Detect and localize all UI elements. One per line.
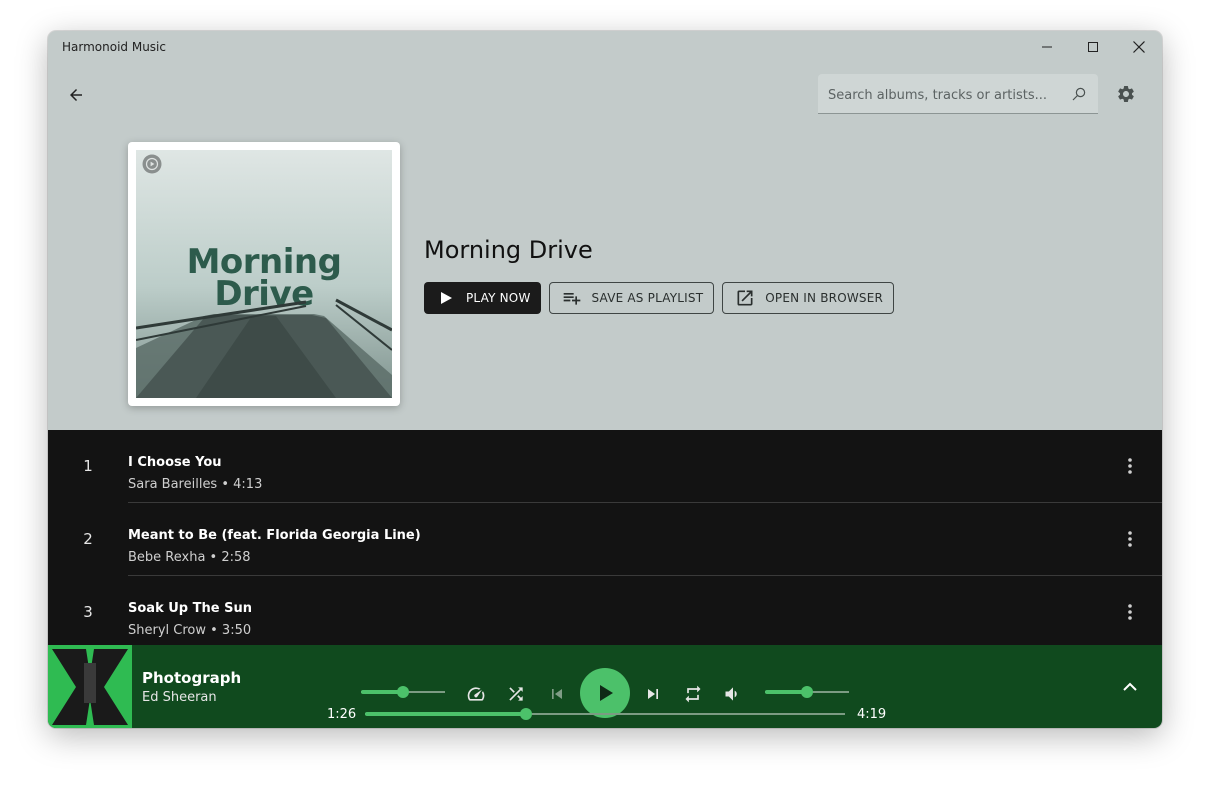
skip-next-icon <box>648 689 658 699</box>
speed-icon <box>467 687 485 701</box>
track-number: 3 <box>83 603 93 621</box>
seek-bar[interactable] <box>365 708 845 720</box>
now-playing-artist: Ed Sheeran <box>142 690 217 705</box>
back-button[interactable] <box>62 81 90 109</box>
track-title: Soak Up The Sun <box>128 601 252 616</box>
repeat-icon <box>685 685 701 703</box>
settings-button[interactable] <box>1114 82 1138 106</box>
playback-speed-slider[interactable] <box>361 686 445 698</box>
open-in-new-icon <box>735 288 755 308</box>
track-title: I Choose You <box>128 455 222 470</box>
track-number: 2 <box>83 530 93 548</box>
duration-time: 4:19 <box>857 707 887 722</box>
track-row[interactable]: 3 Soak Up The Sun Sheryl Crow • 3:50 <box>48 576 1162 645</box>
play-now-label: PLAY NOW <box>466 291 531 305</box>
skip-previous-icon <box>552 689 562 699</box>
album-cover-image <box>48 645 132 728</box>
playlist-add-icon <box>562 288 582 308</box>
expand-player-button[interactable] <box>1118 675 1142 699</box>
volume-slider[interactable] <box>765 686 849 698</box>
search-icon[interactable] <box>1070 85 1088 103</box>
maximize-button[interactable] <box>1070 31 1116 63</box>
search-input[interactable] <box>828 85 1056 105</box>
track-number: 1 <box>83 457 93 475</box>
volume-button[interactable] <box>721 682 745 706</box>
minimize-icon <box>1042 46 1052 48</box>
repeat-button[interactable] <box>681 682 705 706</box>
elapsed-time: 1:26 <box>327 707 357 722</box>
shuffle-button[interactable] <box>504 682 528 706</box>
arrow-back-icon <box>70 89 82 101</box>
speed-slider-thumb[interactable] <box>397 686 409 698</box>
window-title: Harmonoid Music <box>62 40 166 54</box>
seek-bar-thumb[interactable] <box>519 708 532 720</box>
artwork-road-scene <box>136 298 392 398</box>
more-vert-icon <box>1128 531 1132 547</box>
track-subtitle: Sara Bareilles • 4:13 <box>128 477 263 492</box>
track-subtitle: Bebe Rexha • 2:58 <box>128 550 251 565</box>
volume-slider-thumb[interactable] <box>801 686 813 698</box>
now-playing-title: Photograph <box>142 669 242 687</box>
gear-icon <box>1118 86 1134 102</box>
title-bar: Harmonoid Music <box>48 31 1162 63</box>
track-title: Meant to Be (feat. Florida Georgia Line) <box>128 528 421 543</box>
maximize-icon <box>1088 42 1098 52</box>
track-subtitle: Sheryl Crow • 3:50 <box>128 623 252 638</box>
open-in-browser-button[interactable]: OPEN IN BROWSER <box>722 282 895 314</box>
play-now-button[interactable]: PLAY NOW <box>424 282 541 314</box>
close-icon <box>1133 41 1145 53</box>
playlist-title: Morning Drive <box>424 236 593 264</box>
more-vert-icon <box>1128 604 1132 620</box>
track-menu-button[interactable] <box>1118 600 1142 624</box>
play-icon <box>436 288 456 308</box>
next-button[interactable] <box>641 682 665 706</box>
previous-button[interactable] <box>545 682 569 706</box>
save-as-playlist-button[interactable]: SAVE AS PLAYLIST <box>548 282 715 314</box>
track-menu-button[interactable] <box>1118 527 1142 551</box>
playlist-artwork: Morning Drive <box>136 150 392 398</box>
playlist-actions: PLAY NOW SAVE AS PLAYLIST OPEN IN BROWSE… <box>424 282 895 314</box>
track-list: 1 I Choose You Sara Bareilles • 4:13 2 M… <box>48 430 1162 645</box>
play-icon <box>600 685 613 701</box>
open-in-browser-label: OPEN IN BROWSER <box>765 291 884 305</box>
track-row[interactable]: 2 Meant to Be (feat. Florida Georgia Lin… <box>48 503 1162 576</box>
playlist-artwork-card: Morning Drive <box>128 142 400 406</box>
close-button[interactable] <box>1116 31 1162 63</box>
chevron-up-icon <box>1123 682 1137 691</box>
speed-button[interactable] <box>464 682 488 706</box>
minimize-button[interactable] <box>1024 31 1070 63</box>
more-vert-icon <box>1128 458 1132 474</box>
save-as-playlist-label: SAVE AS PLAYLIST <box>591 291 704 305</box>
track-menu-button[interactable] <box>1118 454 1142 478</box>
volume-icon <box>725 687 737 701</box>
seek-bar-fill <box>365 712 526 716</box>
track-row[interactable]: 1 I Choose You Sara Bareilles • 4:13 <box>48 430 1162 503</box>
now-playing-artwork[interactable] <box>48 645 132 728</box>
now-playing-bar: Photograph Ed Sheeran 1:26 4:19 <box>48 645 1162 728</box>
shuffle-icon <box>509 687 523 701</box>
search-box[interactable] <box>818 74 1098 114</box>
app-window: Harmonoid Music Search albums, tracks or… <box>48 31 1162 728</box>
